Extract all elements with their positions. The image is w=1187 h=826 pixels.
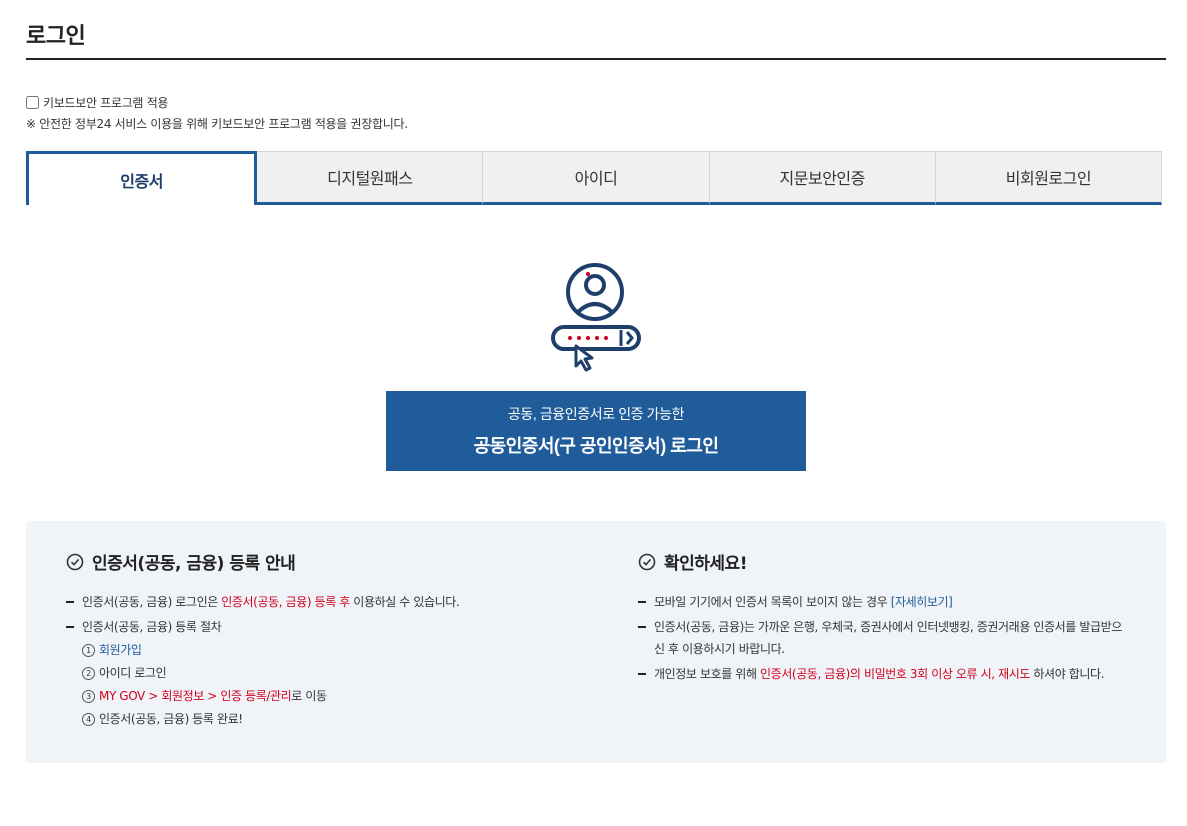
page-title: 로그인 [26,24,86,49]
details-link[interactable]: [자세히보기] [891,595,953,609]
registration-guide-heading: 인증서(공동, 금융) 등록 안내 [66,549,296,574]
registration-guide-title: 인증서(공동, 금융) 등록 안내 [92,554,296,574]
step-item: 3 MY GOV > 회원정보 > 인증 등록/관리 로 이동 [82,685,459,708]
list-item: 인증서(공동, 금융)는 가까운 은행, 우체국, 증권사에서 인터넷뱅킹, 증… [638,616,1124,660]
login-method-tabs: 인증서 디지털원패스 아이디 지문보안인증 비회원로그인 [26,151,1163,205]
tab-fingerprint[interactable]: 지문보안인증 [709,151,936,205]
login-button-subtitle: 공동, 금융인증서로 인증 가능한 [507,406,685,422]
keyboard-security-checkbox[interactable] [26,96,39,109]
certificate-user-icon [551,263,641,372]
step-text: 인증서(공동, 금융) 등록 완료! [99,712,243,726]
confirm-item3-text: 개인정보 보호를 위해 [654,667,761,681]
step-number: 2 [82,667,95,680]
guide-item1-highlight: 인증서(공동, 금융) 등록 후 [221,595,350,609]
guide-item1-text: 인증서(공동, 금융) 로그인은 [82,595,222,609]
confirm-title: 확인하세요! [664,554,747,574]
guide-item2-text: 인증서(공동, 금융) 등록 절차 [82,620,222,634]
tab-id[interactable]: 아이디 [483,151,710,205]
step-item: 1 회원가입 [82,639,459,662]
check-circle-icon [638,553,656,570]
certificate-login-button[interactable]: 공동, 금융인증서로 인증 가능한 공동인증서(구 공인인증서) 로그인 [386,391,806,471]
confirm-heading: 확인하세요! [638,549,747,574]
registration-guide-list: 인증서(공동, 금융) 로그인은 인증서(공동, 금융) 등록 후 이용하실 수… [66,591,460,734]
list-item: 개인정보 보호를 위해 인증서(공동, 금융)의 비밀번호 3회 이상 오류 시… [638,663,1124,685]
tab-certificate[interactable]: 인증서 [26,151,258,205]
step-item: 4 인증서(공동, 금융) 등록 완료! [82,708,459,731]
keyboard-security-label: 키보드보안 프로그램 적용 [43,96,169,110]
confirm-item1-text: 모바일 기기에서 인증서 목록이 보이지 않는 경우 [654,595,891,609]
guide-item1-suffix: 이용하실 수 있습니다. [349,595,460,609]
step-number: 1 [82,644,95,657]
tab-digital-onepass[interactable]: 디지털원패스 [257,151,484,205]
tab-non-member[interactable]: 비회원로그인 [935,151,1163,205]
signup-link[interactable]: 회원가입 [99,639,142,662]
list-item: 모바일 기기에서 인증서 목록이 보이지 않는 경우 [자세히보기] [638,591,1124,613]
step-item: 2 아이디 로그인 [82,662,459,685]
list-item: 인증서(공동, 금융) 등록 절차 1 회원가입 2 아이디 로그인 3 MY … [66,616,459,731]
step-text: 로 이동 [291,689,327,703]
check-circle-icon [66,553,84,570]
keyboard-security-option[interactable]: 키보드보안 프로그램 적용 [26,94,168,111]
confirm-item2-text: 인증서(공동, 금융)는 가까운 은행, 우체국, 증권사에서 인터넷뱅킹, 증… [654,620,1122,656]
info-panel: 인증서(공동, 금융) 등록 안내 인증서(공동, 금융) 로그인은 인증서(공… [26,521,1166,763]
step-number: 4 [82,713,95,726]
confirm-item3-suffix: 하셔야 합니다. [1030,667,1105,681]
confirm-item3-wrap: 개인정보 보호를 위해 인증서(공동, 금융)의 비밀번호 3회 이상 오류 시… [654,663,1124,685]
keyboard-security-note: ※ 안전한 정부24 서비스 이용을 위해 키보드보안 프로그램 적용을 권장합… [26,117,408,131]
step-text: 아이디 로그인 [99,666,167,680]
title-divider [26,58,1166,60]
list-item: 인증서(공동, 금융) 로그인은 인증서(공동, 금융) 등록 후 이용하실 수… [66,591,460,613]
confirm-list: 모바일 기기에서 인증서 목록이 보이지 않는 경우 [자세히보기] 인증서(공… [638,591,1124,688]
login-button-title: 공동인증서(구 공인인증서) 로그인 [473,436,719,456]
confirm-item3-highlight: 인증서(공동, 금융)의 비밀번호 3회 이상 오류 시, 재시도 [760,667,1030,681]
step-number: 3 [82,690,95,703]
mygov-path-link[interactable]: MY GOV > 회원정보 > 인증 등록/관리 [99,685,292,708]
registration-steps: 1 회원가입 2 아이디 로그인 3 MY GOV > 회원정보 > 인증 등록… [82,639,459,731]
